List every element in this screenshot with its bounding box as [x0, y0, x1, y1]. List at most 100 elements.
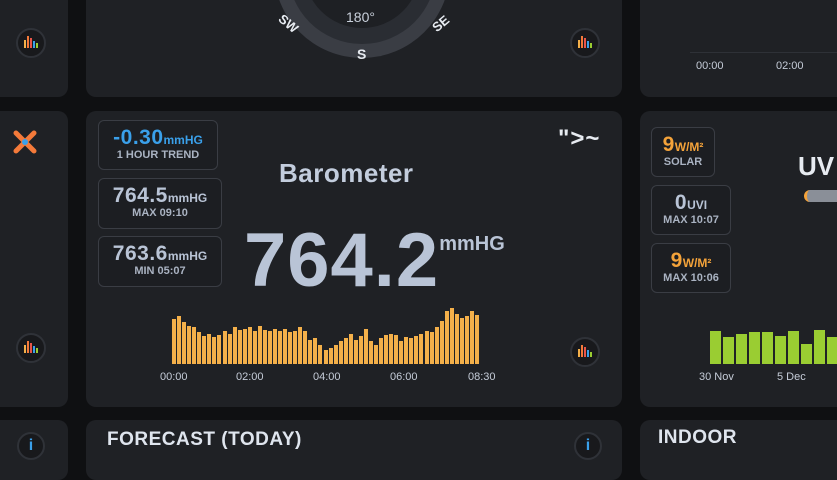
- chart-bar: [429, 332, 434, 364]
- chart-bar: [177, 316, 182, 364]
- chart-bar: [262, 330, 267, 364]
- trend-arrow-icon: ">~: [558, 125, 601, 152]
- chart-bar: [222, 331, 227, 364]
- barometer-card: -0.30mmHG 1 HOUR TREND 764.5mmHG MAX 09:…: [86, 111, 622, 407]
- chart-bar: [801, 344, 812, 364]
- chart-bar: [459, 318, 464, 364]
- x-tick: 30 Nov: [699, 371, 734, 383]
- chip-unit: UVI: [687, 198, 708, 212]
- chip-label: MIN 05:07: [134, 265, 186, 277]
- chart-bar: [434, 327, 439, 364]
- chart-bar: [404, 337, 409, 364]
- chart-bar: [267, 331, 272, 364]
- chart-bar: [202, 336, 207, 364]
- chart-bar: [348, 334, 353, 364]
- chart-bar: [283, 329, 288, 364]
- top-left-card: [0, 0, 68, 97]
- chart-bar: [353, 340, 358, 364]
- chart-bar: [187, 326, 192, 364]
- chart-bar: [475, 315, 479, 364]
- info-icon[interactable]: i: [574, 432, 602, 460]
- chart-bar: [394, 335, 399, 364]
- chart-bar: [762, 332, 773, 364]
- chip-value: 9: [670, 249, 683, 272]
- compass-degree-label: 180°: [346, 9, 375, 25]
- chip-label: MAX 09:10: [132, 207, 188, 219]
- chart-bar: [389, 334, 394, 364]
- history-chart-icon[interactable]: [16, 333, 46, 363]
- chart-bar: [827, 337, 837, 364]
- chart-bar: [788, 331, 799, 364]
- history-chart-icon[interactable]: [570, 337, 600, 367]
- chip-value: 9: [662, 133, 675, 156]
- chart-bar: [736, 334, 747, 364]
- chip-unit: W/M²: [682, 256, 712, 270]
- chart-bar: [237, 330, 242, 364]
- axis-baseline: [690, 52, 837, 53]
- chart-bar: [749, 332, 760, 364]
- barometer-chart: [172, 306, 538, 364]
- chart-bar: [212, 337, 217, 364]
- chart-bar: [273, 329, 277, 364]
- chip-value: 0: [674, 191, 688, 214]
- solar-chip: 9W/M² SOLAR: [651, 127, 715, 177]
- chart-bar: [318, 345, 323, 364]
- left-middle-card: [0, 111, 68, 407]
- chart-bar: [464, 316, 469, 364]
- chart-bar: [399, 341, 404, 364]
- chip-unit: mmHG: [163, 133, 203, 147]
- chart-bar: [414, 336, 419, 364]
- chip-label: MAX 10:07: [663, 214, 719, 226]
- compass-south: S: [357, 46, 367, 62]
- chart-bar: [384, 335, 389, 364]
- chart-bar: [374, 345, 378, 364]
- chart-bar: [217, 335, 222, 364]
- uv-max-chip: 0UVI MAX 10:07: [651, 185, 731, 235]
- chart-bar: [343, 338, 348, 364]
- main-unit: mmHG: [439, 233, 505, 255]
- x-tick: 02:00: [236, 371, 264, 383]
- forecast-card: FORECAST (TODAY) i: [86, 420, 622, 480]
- uv-title: UV: [798, 151, 835, 181]
- x-tick: 00:00: [160, 371, 188, 383]
- wind-card: 180° 5° S SW SE: [86, 0, 622, 97]
- chart-bar: [814, 330, 825, 364]
- chart-bar: [775, 336, 786, 364]
- x-tick: 08:30: [468, 371, 496, 383]
- chart-bar: [449, 308, 454, 364]
- wrench-cross-icon[interactable]: [12, 129, 38, 155]
- chip-label: MAX 10:06: [663, 272, 719, 284]
- chip-unit: W/M²: [674, 140, 704, 154]
- chart-bar: [454, 314, 459, 364]
- chart-bar: [409, 338, 414, 364]
- chart-bar: [328, 348, 333, 364]
- chip-value: -0.30: [113, 126, 164, 149]
- chart-bar: [227, 334, 232, 364]
- chart-bar: [192, 327, 197, 364]
- chart-bar: [363, 329, 368, 364]
- info-icon[interactable]: i: [17, 432, 45, 460]
- chip-unit: mmHG: [167, 191, 208, 205]
- main-reading: 764.2mmHG: [244, 217, 505, 304]
- chart-bar: [172, 319, 176, 364]
- indoor-card: INDOOR: [640, 420, 837, 480]
- uv-gauge: [804, 190, 837, 202]
- chart-bar: [424, 331, 429, 364]
- main-value: 764.2: [244, 218, 440, 303]
- min-chip: 763.6mmHG MIN 05:07: [98, 236, 222, 287]
- chart-bar: [197, 332, 202, 364]
- chart-bar: [298, 327, 303, 364]
- x-tick: 02:00: [776, 60, 804, 72]
- chart-bar: [278, 331, 283, 364]
- chip-label: 1 HOUR TREND: [116, 149, 200, 161]
- x-tick: 04:00: [313, 371, 341, 383]
- history-chart-icon[interactable]: [570, 28, 600, 58]
- chart-bar: [333, 345, 338, 364]
- indoor-title: INDOOR: [658, 427, 737, 448]
- chart-bar: [182, 322, 187, 364]
- history-chart-icon[interactable]: [16, 28, 46, 58]
- solar-card: 9W/M² SOLAR 0UVI MAX 10:07 9W/M² MAX 10:…: [640, 111, 837, 407]
- forecast-title: FORECAST (TODAY): [107, 429, 302, 450]
- chart-bar: [242, 329, 247, 364]
- card-title: Barometer: [279, 158, 414, 188]
